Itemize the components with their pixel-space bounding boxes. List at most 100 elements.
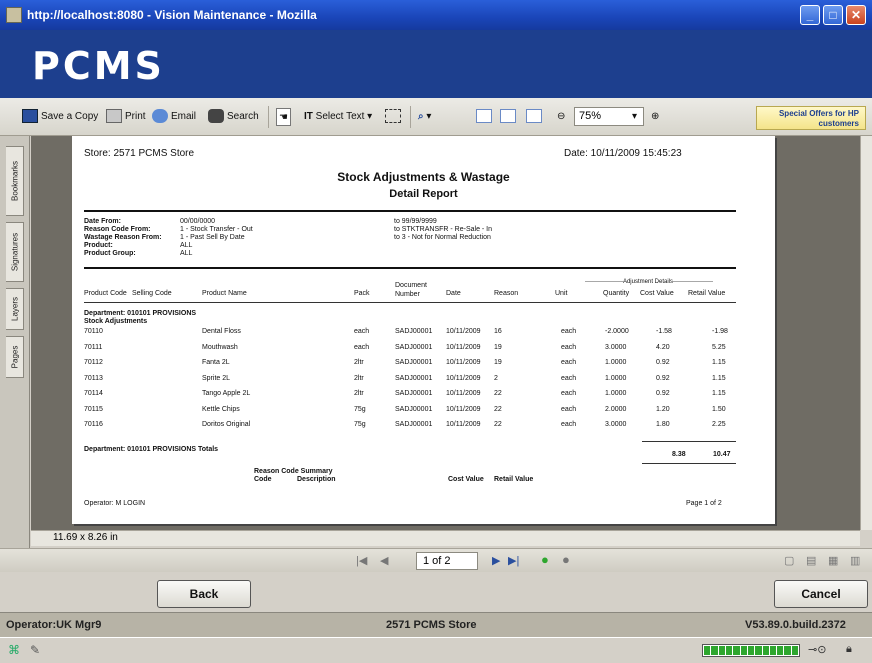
fit-page-button[interactable] <box>500 108 519 126</box>
row-cost-value: 1.80 <box>656 421 670 428</box>
email-icon <box>152 109 168 124</box>
col-retail-value: Retail Value <box>688 290 726 297</box>
zoom-out-icon: ⊖ <box>557 111 566 122</box>
first-page-icon[interactable]: |◀ <box>356 554 367 567</box>
hand-icon: ☚ <box>279 112 288 123</box>
row-product-code: 70113 <box>84 374 103 382</box>
totals-line <box>642 463 736 464</box>
cancel-button[interactable]: Cancel <box>774 580 868 608</box>
go-forward-view-icon[interactable]: ● <box>562 552 570 567</box>
tab-signatures[interactable]: Signatures <box>6 222 24 282</box>
page-icon <box>476 109 492 124</box>
row-retail-value: 1.50 <box>712 405 726 413</box>
row-unit: each <box>561 328 577 335</box>
row-retail-value: 2.25 <box>712 421 726 428</box>
row-document-number: SADJ00001 <box>395 359 433 366</box>
search-label: Search <box>227 111 259 122</box>
row-date: 10/11/2009 <box>446 343 481 351</box>
row-pack: 75g <box>354 421 366 428</box>
save-copy-label: Save a Copy <box>41 111 99 122</box>
row-reason: 19 <box>494 343 502 351</box>
criteria-to-value: to STKTRANSFR - Re-Sale - In <box>394 226 493 233</box>
close-button[interactable]: ✕ <box>846 5 866 25</box>
row-product-name: Fanta 2L <box>202 359 230 366</box>
row-quantity: -2.0000 <box>605 328 629 335</box>
maximize-button[interactable]: □ <box>823 5 843 25</box>
divider <box>84 210 736 212</box>
row-product-code: 70114 <box>84 390 103 397</box>
report-operator: Operator: M LOGIN <box>84 500 146 507</box>
version-status: V53.89.0.build.2372 <box>745 619 846 631</box>
row-unit: each <box>561 374 577 382</box>
special-offers-link[interactable]: Special Offers for HP customers <box>756 106 866 130</box>
totals-line <box>642 441 736 442</box>
email-button[interactable]: Email <box>152 108 196 126</box>
row-product-name: Kettle Chips <box>202 405 240 413</box>
total-retail-value: 10.47 <box>713 451 731 458</box>
page-number-input[interactable]: 1 of 2 <box>416 552 478 570</box>
next-page-icon[interactable]: ▶ <box>492 554 500 567</box>
row-pack: 2ltr <box>354 390 364 397</box>
col-pack: Pack <box>354 290 370 297</box>
criteria-to-value: to 99/99/9999 <box>394 218 437 225</box>
pdf-toolbar: Save a Copy Print Email Search ☚ IT Sele… <box>0 98 872 136</box>
zoom-out-button[interactable]: ⊖ <box>557 108 565 126</box>
criteria-from-value: 1 - Past Sell By Date <box>180 234 245 241</box>
department-heading: Department: 010101 PROVISIONS <box>84 310 197 317</box>
row-pack: each <box>354 328 370 335</box>
status-bar: Operator:UK Mgr9 2571 PCMS Store V53.89.… <box>0 612 872 637</box>
facing-view-icon[interactable]: ▦ <box>828 554 838 567</box>
tab-pages[interactable]: Pages <box>6 336 24 378</box>
binoculars-icon <box>208 109 224 124</box>
select-text-button[interactable]: IT Select Text ▾ <box>304 108 372 126</box>
single-page-view-icon[interactable]: ▢ <box>784 554 794 567</box>
go-back-view-icon[interactable]: ● <box>541 552 549 567</box>
fit-page-icon <box>500 109 516 124</box>
toolbar-separator <box>268 106 269 128</box>
save-copy-button[interactable]: Save a Copy <box>22 108 98 126</box>
row-cost-value: 4.20 <box>656 343 670 351</box>
security-lock-icon: 🔒︎ <box>846 643 852 655</box>
hand-tool-button[interactable]: ☚ <box>276 108 291 126</box>
back-button[interactable]: Back <box>157 580 251 608</box>
col-doc-number: Document Number <box>395 282 427 298</box>
report-subtitle: Detail Report <box>389 188 458 200</box>
row-reason: 22 <box>494 405 502 413</box>
minimize-button[interactable]: _ <box>800 5 820 25</box>
criteria-from-value: 1 - Stock Transfer - Out <box>180 226 253 233</box>
document-vertical-scrollbar[interactable] <box>860 136 872 530</box>
continuous-view-icon[interactable]: ▤ <box>806 554 816 567</box>
search-button[interactable]: Search <box>208 108 259 126</box>
previous-page-icon[interactable]: ◀ <box>380 554 388 567</box>
row-product-code: 70111 <box>84 343 103 351</box>
actual-size-button[interactable] <box>476 108 495 126</box>
zoom-tool-button[interactable]: ⌕ ▾ <box>418 108 431 126</box>
edit-icon: ✎ <box>30 643 41 657</box>
zoom-in-button[interactable]: ⊕ <box>651 108 659 126</box>
row-product-name: Tango Apple 2L <box>202 390 251 397</box>
tab-bookmarks[interactable]: Bookmarks <box>6 146 24 216</box>
navigation-tab-rail: Bookmarks Signatures Layers Pages <box>0 136 30 548</box>
row-date: 10/11/2009 <box>446 421 481 428</box>
browser-window: http://localhost:8080 - Vision Maintenan… <box>0 0 872 663</box>
zoom-dropdown-arrow[interactable]: ▾ <box>632 108 637 126</box>
pcms-header: PCMS <box>0 30 872 98</box>
last-page-icon[interactable]: ▶| <box>508 554 519 567</box>
tab-layers[interactable]: Layers <box>6 288 24 330</box>
row-reason: 2 <box>494 374 498 382</box>
criteria-from-value: ALL <box>180 242 193 249</box>
fit-width-button[interactable] <box>526 108 545 126</box>
row-unit: each <box>561 390 577 397</box>
row-reason: 16 <box>494 328 502 335</box>
col-unit: Unit <box>555 290 568 297</box>
row-document-number: SADJ00001 <box>395 374 433 382</box>
row-quantity: 1.0000 <box>605 390 627 397</box>
row-retail-value: 1.15 <box>712 374 726 382</box>
snapshot-button[interactable] <box>385 108 404 126</box>
row-unit: each <box>561 359 577 366</box>
continuous-facing-view-icon[interactable]: ▥ <box>850 554 860 567</box>
print-button[interactable]: Print <box>106 108 146 126</box>
window-title: http://localhost:8080 - Vision Maintenan… <box>27 8 317 22</box>
row-retail-value: 1.15 <box>712 359 726 366</box>
row-product-code: 70112 <box>84 359 103 366</box>
